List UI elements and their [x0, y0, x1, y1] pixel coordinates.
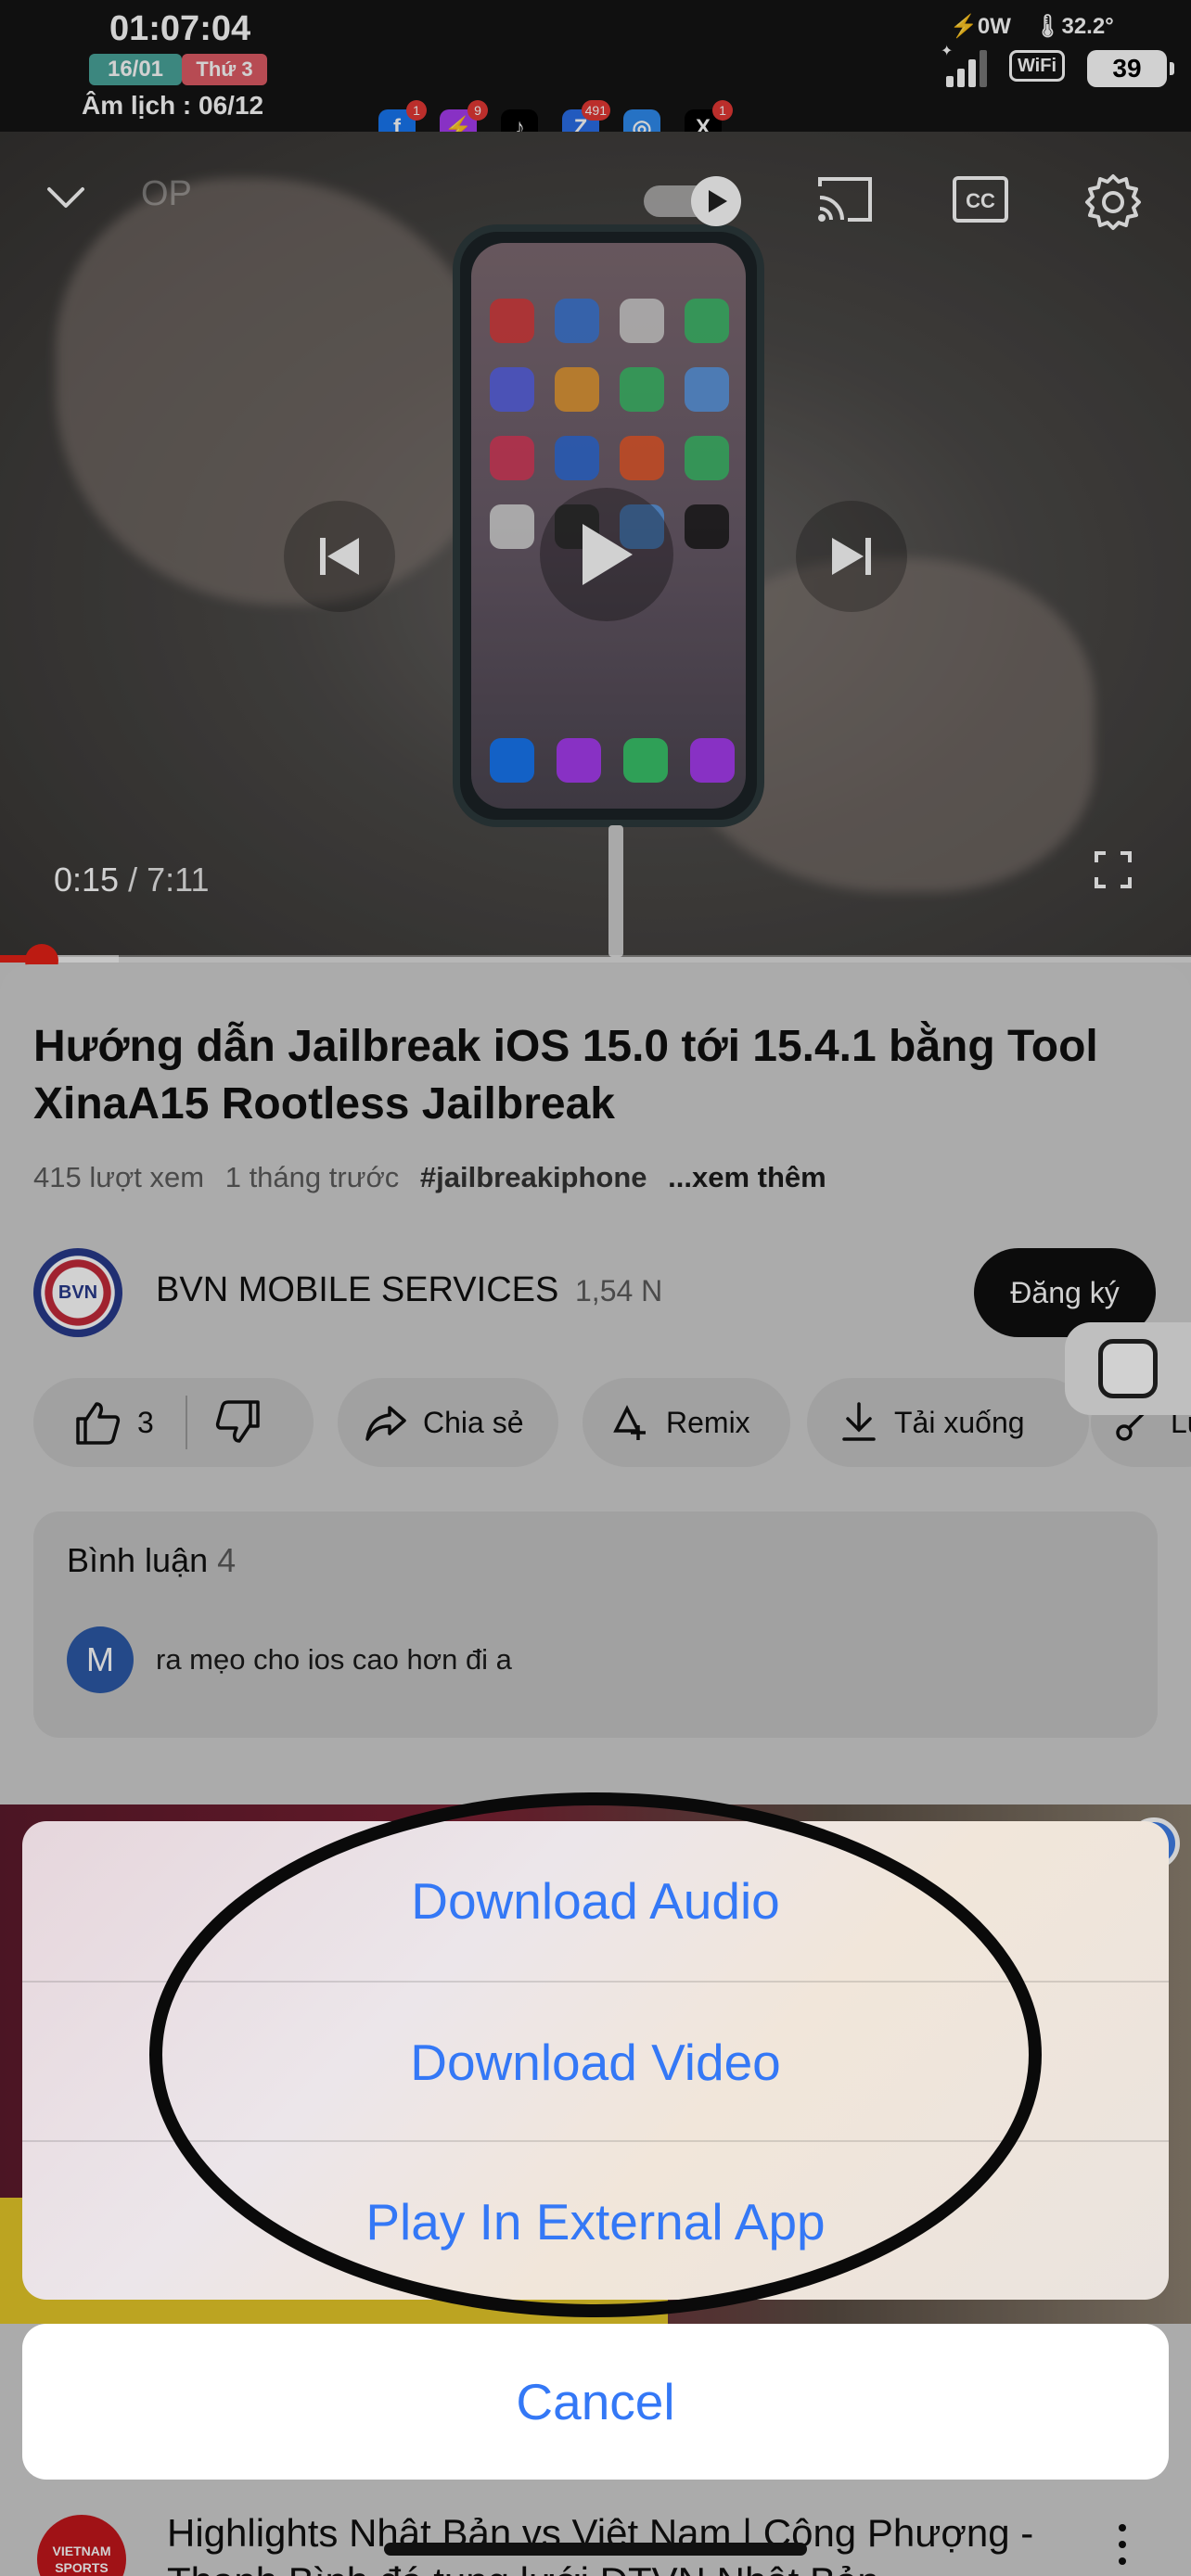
play-external-app-option[interactable]: Play In External App: [22, 2140, 1169, 2300]
download-video-option[interactable]: Download Video: [22, 1981, 1169, 2140]
home-indicator: [384, 2543, 807, 2556]
action-sheet: Download Audio Download Video Play In Ex…: [22, 1821, 1169, 2300]
download-audio-option[interactable]: Download Audio: [22, 1821, 1169, 1981]
cancel-button[interactable]: Cancel: [22, 2324, 1169, 2480]
screen: { "status_bar": { "time": "01:07:04", "d…: [0, 0, 1191, 2576]
